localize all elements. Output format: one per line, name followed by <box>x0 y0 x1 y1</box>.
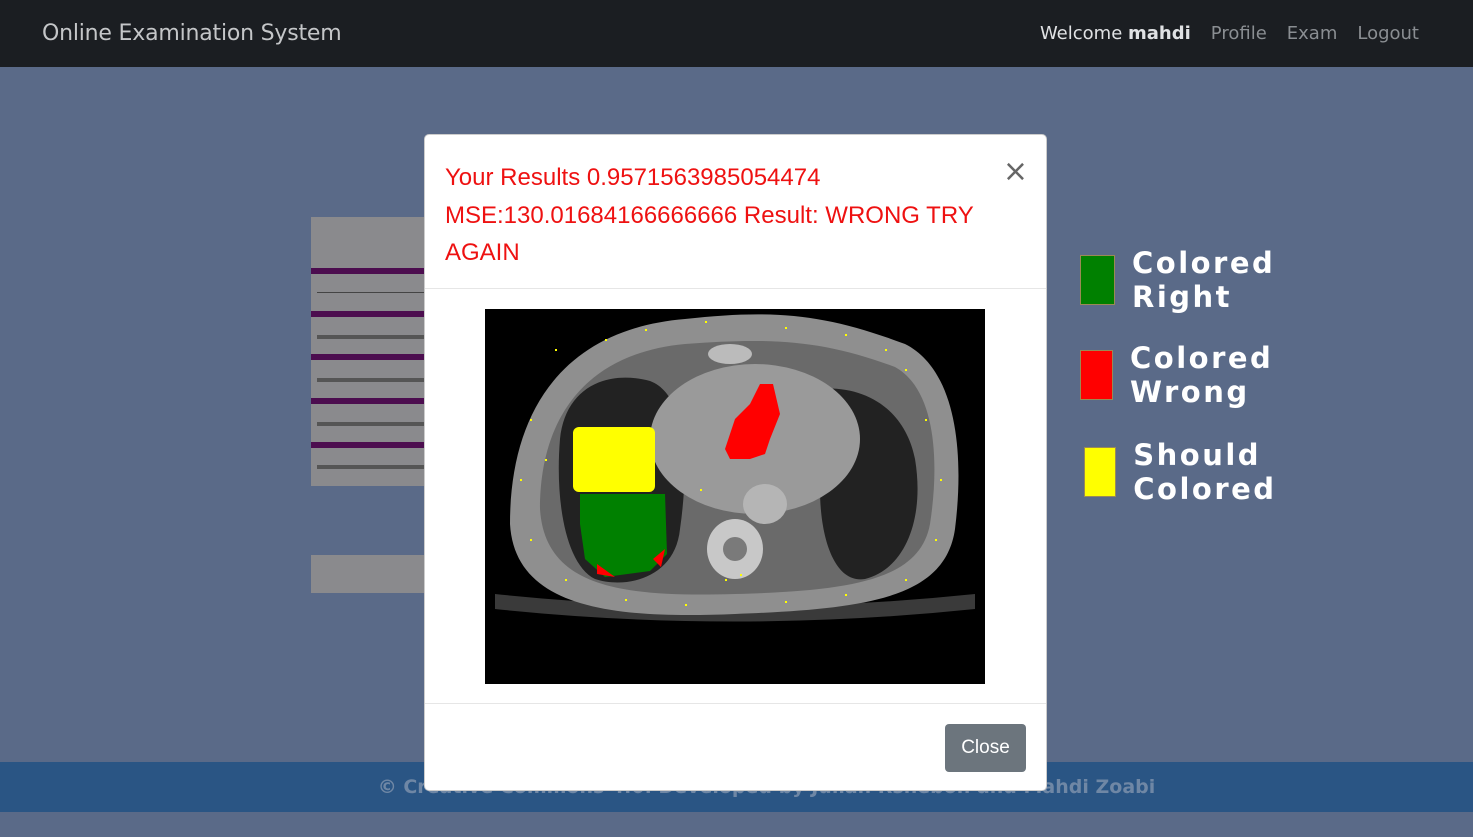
close-button[interactable]: Close <box>945 724 1026 772</box>
legend-item-wrong: Colored Wrong <box>1080 341 1294 409</box>
green-swatch <box>1080 255 1115 305</box>
nav-menu: Welcome mahdi Profile Exam Logout <box>1040 23 1431 44</box>
ct-scan-image <box>485 309 985 684</box>
results-title: Your Results 0.9571563985054474 MSE:130.… <box>445 164 974 266</box>
legend-label-should: Should Colored <box>1133 438 1277 506</box>
red-swatch <box>1080 350 1114 400</box>
modal-footer: Close <box>425 704 1046 790</box>
nav-exam-link[interactable]: Exam <box>1287 23 1338 44</box>
welcome-text: Welcome mahdi <box>1040 23 1191 44</box>
legend-label-wrong: Colored Wrong <box>1130 341 1274 409</box>
close-icon[interactable]: × <box>1003 157 1028 187</box>
results-modal: Your Results 0.9571563985054474 MSE:130.… <box>424 134 1047 791</box>
nav-logout-link[interactable]: Logout <box>1357 23 1419 44</box>
username: mahdi <box>1128 23 1191 44</box>
yellow-swatch <box>1084 447 1117 497</box>
modal-body <box>425 289 1046 704</box>
nav-profile-link[interactable]: Profile <box>1211 23 1267 44</box>
welcome-prefix: Welcome <box>1039 23 1123 44</box>
legend-item-right: Colored Right <box>1080 246 1294 314</box>
brand-title[interactable]: Online Examination System <box>42 21 342 46</box>
navbar: Online Examination System Welcome mahdi … <box>0 0 1473 67</box>
modal-header: Your Results 0.9571563985054474 MSE:130.… <box>425 135 1046 289</box>
legend-label-right: Colored Right <box>1131 246 1276 314</box>
legend-item-should: Should Colored <box>1084 438 1298 506</box>
